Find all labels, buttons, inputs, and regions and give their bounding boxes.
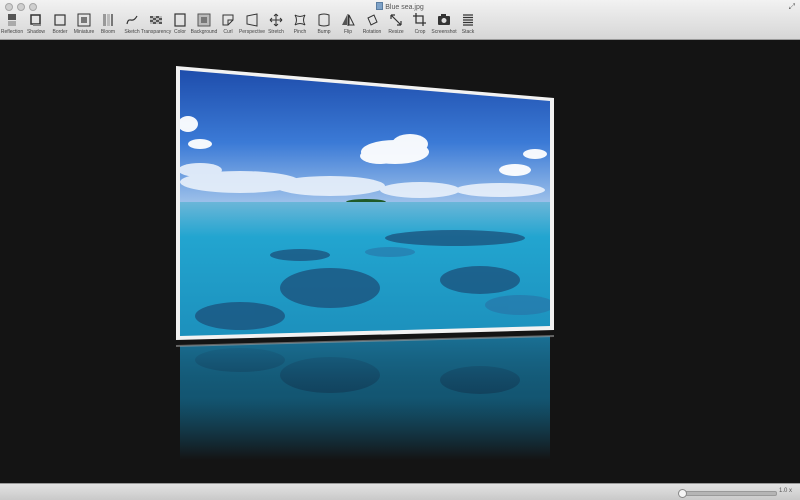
tool-label: Shadow — [26, 29, 46, 35]
rotation-icon — [364, 12, 380, 28]
tool-resize-button[interactable]: Resize — [384, 12, 408, 39]
flip-icon — [340, 12, 356, 28]
tool-label: Curl — [223, 29, 233, 35]
tool-color-button[interactable]: Color — [168, 12, 192, 39]
photo-image — [180, 70, 550, 336]
tool-bloom-button[interactable]: Bloom — [96, 12, 120, 39]
photo-reflection — [180, 336, 550, 460]
tool-pinch-button[interactable]: Pinch — [288, 12, 312, 39]
tool-label: Screenshot — [431, 29, 457, 35]
camera-icon — [436, 12, 452, 28]
tool-crop-button[interactable]: Crop — [408, 12, 432, 39]
tool-label: Stack — [461, 29, 475, 35]
tool-rotation-button[interactable]: Rotation — [360, 12, 384, 39]
tool-label: Perspective — [238, 29, 266, 35]
stack-icon — [460, 12, 476, 28]
tool-stretch-button[interactable]: Stretch — [264, 12, 288, 39]
tool-label: Bloom — [100, 29, 116, 35]
crop-icon — [412, 12, 428, 28]
tool-screenshot-button[interactable]: Screenshot — [431, 12, 457, 39]
photo-preview — [175, 66, 555, 460]
effects-toolbar: Reflection Shadow Border Miniature Bloom Sket… — [0, 12, 480, 39]
bloom-icon — [100, 12, 116, 28]
expand-arrows-icon[interactable]: ⤢ — [789, 2, 795, 12]
tool-transparency-button[interactable]: Transparency — [140, 12, 172, 39]
bump-icon — [316, 12, 332, 28]
tool-label: Flip — [343, 29, 353, 35]
tool-label: Reflection — [0, 29, 24, 35]
window-title: Blue sea.jpg — [0, 2, 800, 11]
tool-curl-button[interactable]: Curl — [216, 12, 240, 39]
color-icon — [172, 12, 188, 28]
tool-flip-button[interactable]: Flip — [336, 12, 360, 39]
status-bar: 1.0 x — [0, 483, 800, 500]
tool-label: Resize — [388, 29, 404, 35]
background-icon — [196, 12, 212, 28]
perspective-icon — [244, 12, 260, 28]
tool-perspective-button[interactable]: Perspective — [238, 12, 266, 39]
tool-label: Sketch — [124, 29, 140, 35]
reflection-icon — [4, 12, 20, 28]
tool-label: Bump — [317, 29, 331, 35]
tool-label: Background — [190, 29, 218, 35]
zoom-slider[interactable] — [678, 489, 777, 498]
tool-shadow-button[interactable]: Shadow — [24, 12, 48, 39]
border-icon — [52, 12, 68, 28]
tool-bump-button[interactable]: Bump — [312, 12, 336, 39]
tool-label: Pinch — [293, 29, 307, 35]
image-file-icon — [376, 2, 384, 10]
tool-label: Miniature — [73, 29, 95, 35]
tool-label: Border — [52, 29, 68, 35]
tool-miniature-button[interactable]: Miniature — [72, 12, 96, 39]
resize-icon — [388, 12, 404, 28]
transparency-icon — [148, 12, 164, 28]
pinch-icon — [292, 12, 308, 28]
tool-label: Rotation — [362, 29, 382, 35]
image-canvas — [0, 40, 800, 483]
tool-border-button[interactable]: Border — [48, 12, 72, 39]
shadow-icon — [28, 12, 44, 28]
sketch-icon — [124, 12, 140, 28]
tool-reflection-button[interactable]: Reflection — [0, 12, 24, 39]
zoom-slider-knob[interactable] — [678, 489, 687, 498]
zoom-level: 1.0 x — [778, 488, 792, 494]
curl-icon — [220, 12, 236, 28]
tool-background-button[interactable]: Background — [190, 12, 218, 39]
miniature-icon — [76, 12, 92, 28]
tool-label: Crop — [414, 29, 426, 35]
window-title-text: Blue sea.jpg — [385, 4, 424, 11]
tool-label: Color — [174, 29, 186, 35]
tool-label: Stretch — [268, 29, 284, 35]
tool-stack-button[interactable]: Stack — [456, 12, 480, 39]
tool-label: Transparency — [140, 29, 172, 35]
window-chrome: Blue sea.jpg ⤢ Reflection Shadow Border Min… — [0, 0, 800, 40]
stretch-icon — [268, 12, 284, 28]
